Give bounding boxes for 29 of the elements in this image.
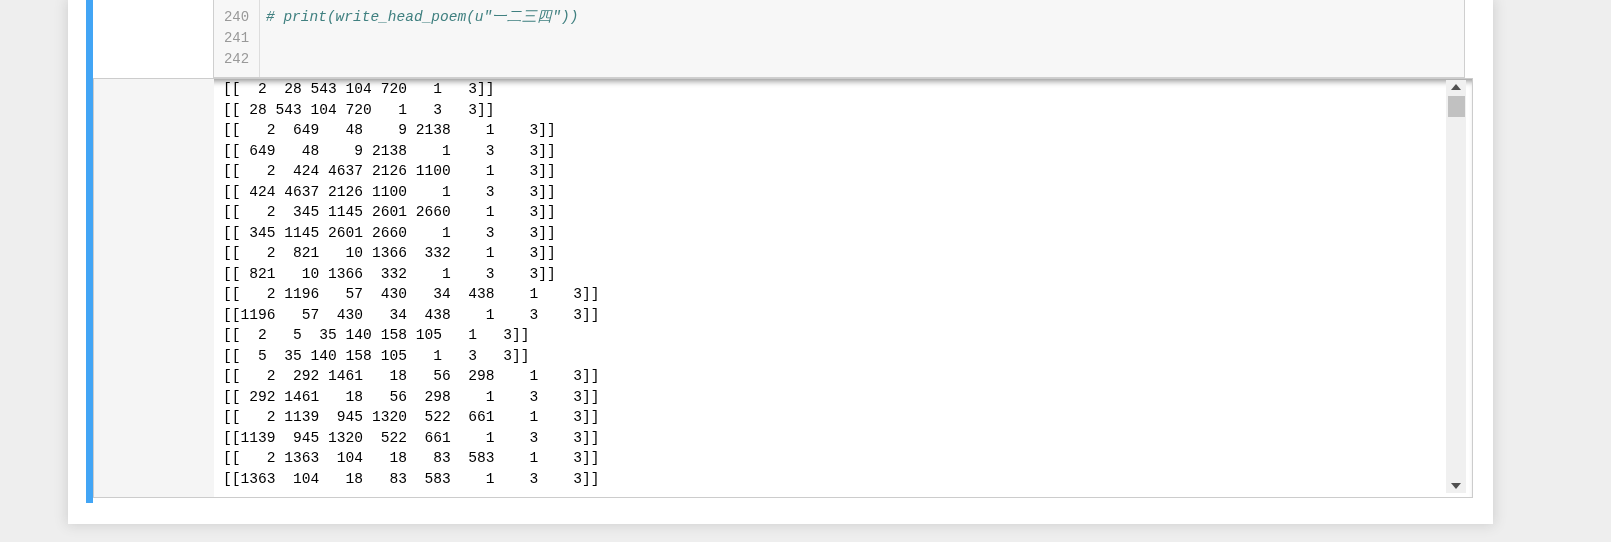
output-line: [[ 2 28 543 104 720 1 3]] bbox=[223, 80, 496, 99]
output-line: [[ 2 345 1145 2601 2660 1 3]] bbox=[223, 203, 557, 222]
output-line: [[ 2 424 4637 2126 1100 1 3]] bbox=[223, 162, 557, 181]
output-line: [[ 2 649 48 9 2138 1 3]] bbox=[223, 121, 557, 140]
scrollbar-thumb[interactable] bbox=[1447, 96, 1465, 117]
output-line: [[1139 945 1320 522 661 1 3 3]] bbox=[223, 428, 601, 448]
output-line: [[ 2 1139 945 1320 522 661 1 3]] bbox=[223, 408, 601, 427]
output-line: [[ 345 1145 2601 2660 1 3 3]] bbox=[223, 223, 557, 243]
output-line: [[ 5 35 140 158 105 1 3 3]] bbox=[223, 346, 531, 366]
output-line: [[ 2 292 1461 18 56 298 1 3]] bbox=[223, 367, 601, 386]
output-line: [[ 2 1196 57 430 34 438 1 3]] bbox=[223, 285, 601, 304]
output-line: [[ 424 4637 2126 1100 1 3 3]] bbox=[223, 182, 557, 202]
code-line: # print(write_head_poem(u"一二三四")) bbox=[266, 8, 579, 27]
output-line: [[ 2 1363 104 18 83 583 1 3]] bbox=[223, 449, 601, 468]
scroll-up-arrow-icon[interactable] bbox=[1451, 84, 1461, 90]
line-number: 241 bbox=[223, 29, 250, 48]
output-line: [[ 821 10 1366 332 1 3 3]] bbox=[223, 264, 557, 284]
line-number: 240 bbox=[223, 8, 250, 27]
scrollbar[interactable] bbox=[1446, 80, 1466, 493]
code-editor[interactable]: 240 241 242 # print(write_head_poem(u"一二三四")) bbox=[213, 0, 1465, 78]
output-line: [[ 2 5 35 140 158 105 1 3]] bbox=[223, 326, 531, 345]
scroll-down-arrow-icon[interactable] bbox=[1451, 483, 1461, 489]
output-line: [[ 649 48 9 2138 1 3 3]] bbox=[223, 141, 557, 161]
output-line: [[1363 104 18 83 583 1 3 3]] bbox=[223, 469, 601, 489]
output-line: [[ 292 1461 18 56 298 1 3 3]] bbox=[223, 387, 601, 407]
output-line: [[ 28 543 104 720 1 3 3]] bbox=[223, 100, 496, 120]
output-line: [[ 2 821 10 1366 332 1 3]] bbox=[223, 244, 557, 263]
line-number: 242 bbox=[223, 50, 250, 69]
output-line: [[1196 57 430 34 438 1 3 3]] bbox=[223, 305, 601, 325]
